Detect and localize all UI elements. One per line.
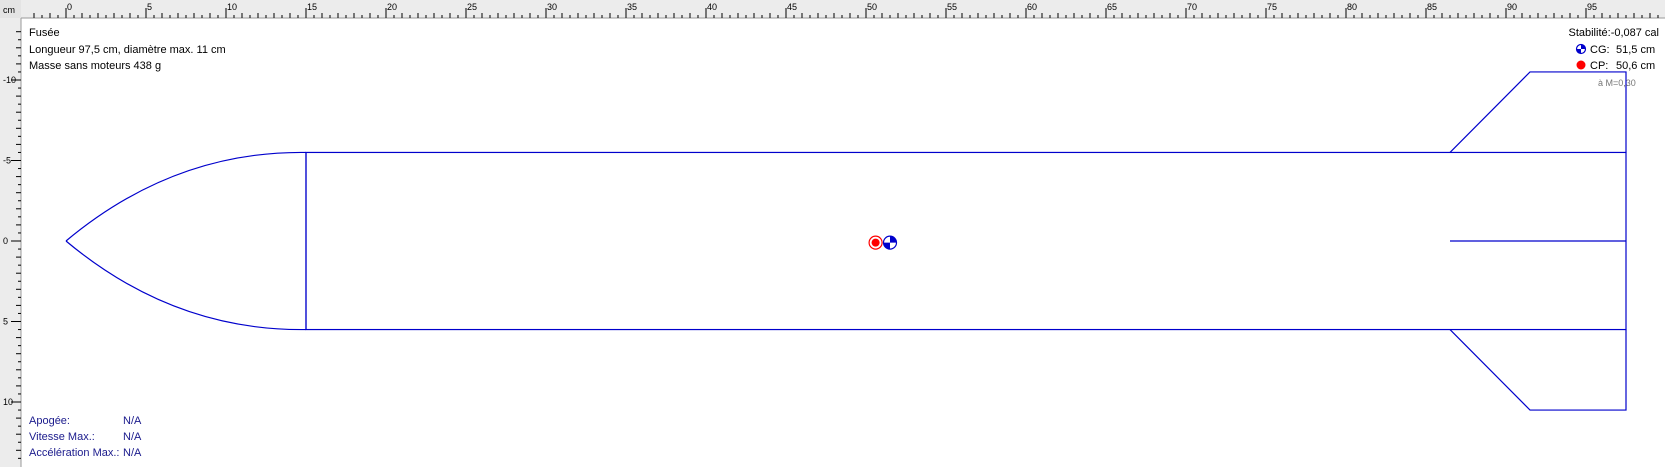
ruler-label: 15: [307, 2, 317, 12]
cp-value: 50,6 cm: [1616, 60, 1656, 72]
ruler-label: 0: [67, 2, 72, 12]
ruler-label: 55: [947, 2, 957, 12]
ruler-unit-label: cm: [3, 5, 15, 15]
cp-marker-icon: [868, 235, 883, 250]
ruler-label: 30: [547, 2, 557, 12]
nose-cone-top: [65, 151, 307, 242]
ruler-label: 20: [387, 2, 397, 12]
cp-label: CP:: [1590, 60, 1609, 72]
apogee-value: N/A: [123, 415, 142, 427]
ruler-label: 5: [3, 317, 8, 327]
max-acceleration-value: N/A: [123, 447, 142, 459]
cg-marker-icon: [882, 235, 898, 250]
ruler-label: 65: [1107, 2, 1117, 12]
fin-bottom: [1449, 329, 1627, 411]
legend-icons: [1575, 43, 1587, 70]
cp-legend-icon: [1576, 60, 1586, 70]
rocket-name: Fusée: [29, 27, 60, 39]
rocket-outline[interactable]: [65, 71, 1627, 411]
ruler-label: 70: [1187, 2, 1197, 12]
cg-cp-markers: [868, 235, 898, 250]
body-tube: [305, 151, 1627, 331]
ruler-label: 60: [1027, 2, 1037, 12]
ruler-label: 75: [1267, 2, 1277, 12]
ruler-label: 10: [3, 397, 13, 407]
rocket-mass: Masse sans moteurs 438 g: [29, 60, 162, 72]
ruler-label: 40: [707, 2, 717, 12]
ruler-label: 35: [627, 2, 637, 12]
max-acceleration-label: Accélération Max.:: [29, 447, 120, 459]
ruler-label: 5: [147, 2, 152, 12]
cg-legend-icon: [1575, 43, 1587, 55]
ruler-label: 45: [787, 2, 797, 12]
apogee-label: Apogée:: [29, 415, 70, 427]
ruler-label: 85: [1427, 2, 1437, 12]
rocket-design-canvas[interactable]: cm 0 5 10 15 20 25 30 35 40 45 50 55 60 65 70 75 80 85 90 9…: [0, 0, 1665, 467]
ruler-label: -5: [3, 156, 11, 166]
cg-label: CG:: [1590, 44, 1610, 56]
ruler-label: 80: [1347, 2, 1357, 12]
stability-readout: Stabilité:-0,087 cal: [1568, 26, 1659, 40]
ruler-label: 90: [1507, 2, 1517, 12]
cg-value: 51,5 cm: [1616, 44, 1656, 56]
max-velocity-label: Vitesse Max.:: [29, 431, 95, 443]
max-velocity-value: N/A: [123, 431, 142, 443]
nose-cone-bottom: [65, 240, 307, 331]
ruler-label: 10: [227, 2, 237, 12]
ruler-label: 50: [867, 2, 877, 12]
ruler-label: -10: [3, 75, 16, 85]
rocket-dimensions: Longueur 97,5 cm, diamètre max. 11 cm: [29, 44, 226, 56]
ruler-label: 0: [3, 236, 8, 246]
ruler-label: 25: [467, 2, 477, 12]
stability-label: Stabilité:: [1568, 27, 1611, 39]
stability-value: -0,087 cal: [1610, 27, 1659, 39]
ruler-label: 95: [1587, 2, 1597, 12]
mach-note: à M=0,30: [1598, 78, 1636, 88]
